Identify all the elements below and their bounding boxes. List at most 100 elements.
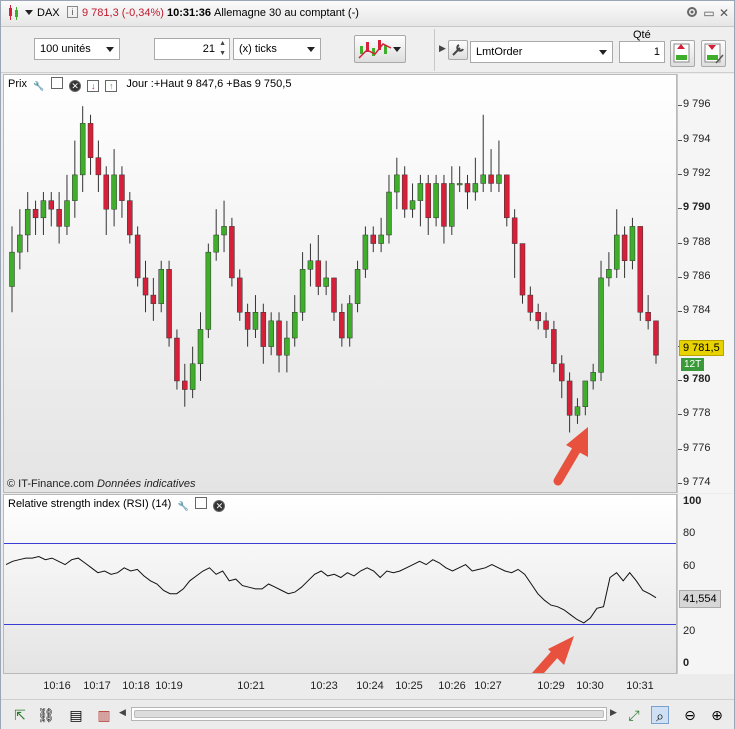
rsi-chart[interactable] <box>4 495 676 673</box>
candle <box>645 295 651 330</box>
qty-input[interactable]: 1 <box>619 41 665 63</box>
candle <box>449 166 455 235</box>
buy-button[interactable] <box>670 40 695 67</box>
candle <box>79 106 86 193</box>
candle <box>559 355 565 399</box>
wrench-button[interactable] <box>448 40 468 60</box>
symbol-dropdown-arrow[interactable] <box>25 10 33 15</box>
list-icon[interactable]: ▤ <box>67 706 85 724</box>
chevron-down-icon <box>106 47 114 52</box>
ticks-unit-select[interactable]: (x) ticks <box>233 38 321 60</box>
price-tick-mark <box>678 173 682 175</box>
collapse-arrow-icon[interactable]: ▶ <box>439 43 446 54</box>
price-chart[interactable] <box>4 75 676 492</box>
indicator-icon[interactable]: ▥ <box>95 706 113 724</box>
clock-time: 10:31:36 <box>167 7 212 19</box>
candle <box>229 217 235 287</box>
chevron-down-icon <box>599 50 607 55</box>
wrench-icon <box>452 44 464 56</box>
candle <box>566 372 573 433</box>
candle <box>606 252 612 287</box>
time-tick-label: 10:29 <box>537 680 565 692</box>
time-tick-label: 10:27 <box>474 680 502 692</box>
candle <box>24 192 31 253</box>
ticks-unit-value: (x) ticks <box>239 43 277 55</box>
price-tick-mark <box>678 483 682 484</box>
symbol-label[interactable]: DAX <box>37 7 60 19</box>
candle <box>276 312 282 373</box>
chevron-down-icon <box>307 47 315 52</box>
annotation-arrow <box>553 427 588 486</box>
price-tick-mark <box>678 311 682 313</box>
zoom-fit-icon[interactable]: ⌕ <box>651 706 669 724</box>
candle <box>197 312 204 381</box>
scroll-right-icon[interactable]: ▶ <box>610 707 617 718</box>
candle <box>590 363 596 390</box>
candle <box>346 295 353 347</box>
candle <box>386 174 392 244</box>
chart-window: DAX i 9 781,3 (-0,34%) 10:31:36 Allemagn… <box>0 0 735 729</box>
candle <box>134 226 141 287</box>
order-type-select[interactable]: LmtOrder <box>470 41 613 63</box>
candle <box>284 320 290 373</box>
candle <box>464 174 471 210</box>
candle <box>472 157 479 201</box>
info-icon[interactable]: i <box>67 6 78 18</box>
link-icon[interactable]: ⛓ <box>37 706 55 724</box>
rsi-tick-label: 80 <box>683 527 696 540</box>
candle <box>535 303 541 330</box>
candle <box>252 295 259 339</box>
instrument-icon[interactable] <box>7 5 21 24</box>
price-tick-label: 9 786 <box>683 269 711 282</box>
candle <box>291 295 298 347</box>
candle <box>268 312 274 356</box>
rsi-axis: 100806040200 <box>677 494 734 674</box>
zoom-out-icon[interactable]: ⊖ <box>681 706 699 724</box>
candle <box>362 226 369 278</box>
time-tick-label: 10:23 <box>310 680 338 692</box>
quantity-units-select[interactable]: 100 unités <box>34 38 120 60</box>
scroll-left-icon[interactable]: ◀ <box>119 707 126 718</box>
time-tick-label: 10:16 <box>43 680 71 692</box>
zoom-in-icon[interactable]: ⊕ <box>708 706 726 724</box>
candle <box>543 312 549 339</box>
candle <box>127 192 133 244</box>
candle <box>166 260 172 347</box>
sell-button[interactable] <box>701 40 726 67</box>
qty-value: 1 <box>653 46 660 58</box>
candle <box>480 114 486 193</box>
horizontal-scrollbar[interactable] <box>131 707 607 721</box>
candle <box>354 260 361 313</box>
candle <box>323 260 329 296</box>
chart-zoom-icon[interactable]: ⤢ <box>625 706 643 724</box>
stepper-icon[interactable]: ▲ ▼ <box>219 39 226 59</box>
bottom-toolbar: ⇱ ⛓ ▤ ▥ ◀ ▶ ⤢ ⌕ ⊖ ⊕ <box>1 699 734 729</box>
settings-icon[interactable] <box>685 5 699 19</box>
candle <box>574 398 581 424</box>
ticks-input[interactable]: 21 ▲ ▼ <box>154 38 230 60</box>
scrollbar-thumb[interactable] <box>134 710 604 718</box>
candle <box>496 140 502 193</box>
candle <box>394 157 400 210</box>
candle <box>32 200 39 235</box>
candle <box>409 183 416 218</box>
candle <box>315 234 322 296</box>
candle <box>189 346 196 399</box>
minimize-icon[interactable]: ▭ <box>702 6 716 20</box>
candle <box>174 329 180 390</box>
candle <box>48 192 55 227</box>
candle <box>551 320 557 373</box>
price-tick-label: 9 792 <box>683 166 711 179</box>
price-panel: Prix 🔧 ✕ ↓ ↑ Jour :+Haut 9 847,6 +Bas 9 … <box>3 74 677 493</box>
candle <box>205 243 212 339</box>
price-tick-mark <box>678 448 682 450</box>
candle <box>142 260 149 313</box>
auto-scroll-icon[interactable]: ⇱ <box>11 706 29 724</box>
candle <box>331 277 337 321</box>
chart-tools-button[interactable] <box>354 35 406 63</box>
candle <box>111 149 117 227</box>
chevron-down-icon[interactable] <box>393 47 401 52</box>
time-tick-label: 10:26 <box>438 680 466 692</box>
price-tick-mark <box>678 105 682 107</box>
close-icon[interactable]: ✕ <box>717 6 731 20</box>
